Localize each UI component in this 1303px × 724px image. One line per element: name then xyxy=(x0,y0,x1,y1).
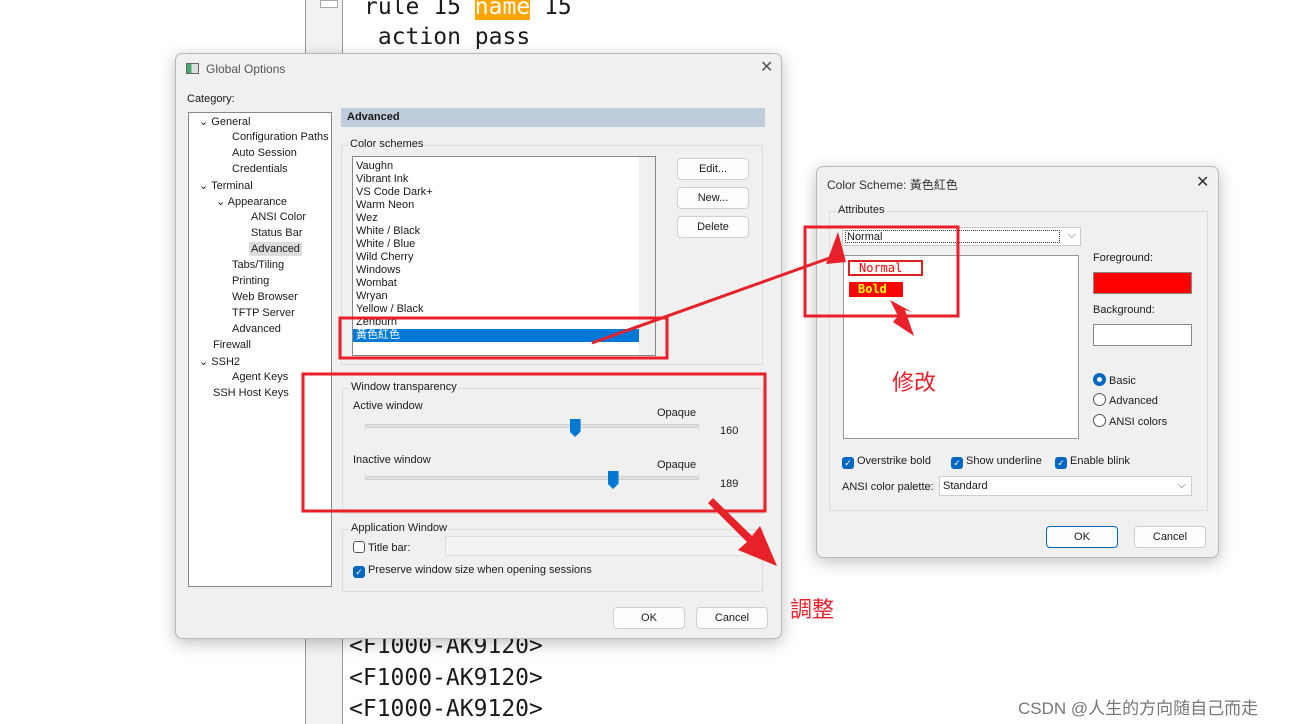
arrow-icon xyxy=(708,498,777,566)
highlight-box xyxy=(338,316,669,360)
annotation-adjust: 調整 xyxy=(790,597,835,622)
arrow-head xyxy=(826,232,846,264)
watermark: CSDN @人生的方向随自己而走 xyxy=(1018,699,1259,718)
annotation-overlay xyxy=(301,225,960,566)
arrow-icon xyxy=(890,300,914,336)
highlight-box xyxy=(803,225,960,318)
annotation-modify: 修改 xyxy=(892,370,937,395)
highlight-box xyxy=(301,372,767,513)
arrow-line xyxy=(591,253,839,345)
